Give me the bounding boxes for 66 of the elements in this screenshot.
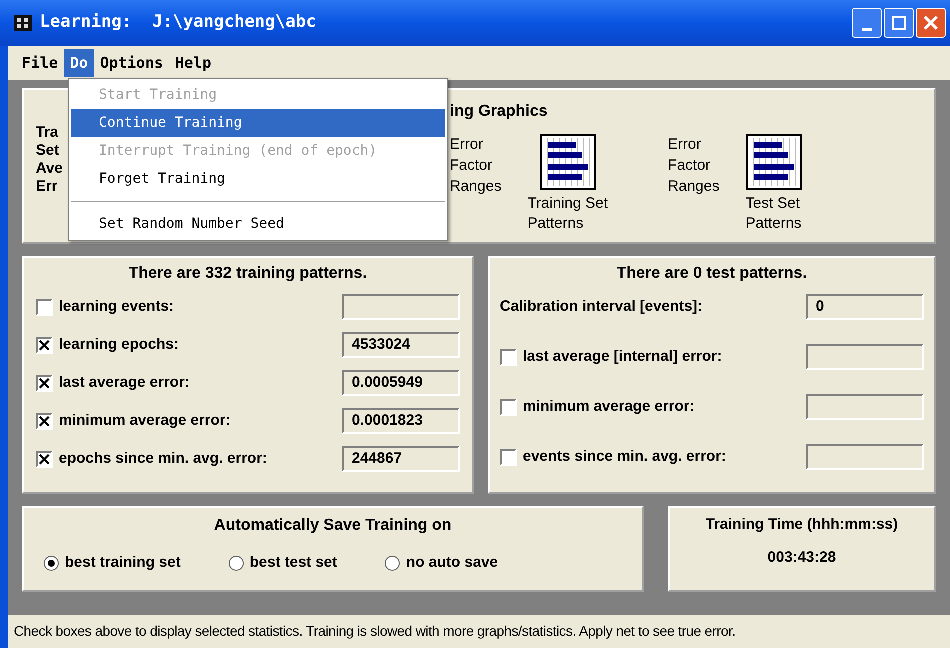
checkbox[interactable] — [36, 336, 53, 354]
close-button[interactable] — [916, 8, 946, 38]
graph-caption: Training Set — [528, 194, 608, 214]
menu-item[interactable]: Set Random Number Seed — [71, 210, 445, 238]
value-field: 0.0005949 — [342, 370, 460, 396]
value-field: 0 — [806, 294, 924, 320]
window-title: Learning: J:\yangcheng\abc — [40, 11, 316, 34]
bar-chart-icon[interactable] — [540, 134, 596, 190]
graph-label: Factor — [668, 156, 712, 176]
menu-item[interactable]: Continue Training — [71, 109, 445, 137]
panel-title: Automatically Save Training on — [214, 516, 452, 536]
graph-caption: Patterns — [528, 214, 585, 234]
app-icon — [14, 15, 32, 31]
value-field: 4533024 — [342, 332, 460, 358]
stat-label: Tra — [36, 124, 59, 142]
checkbox[interactable] — [500, 398, 517, 416]
panel-title: Training Time (hhh:mm:ss) — [706, 515, 898, 535]
radio-label: no auto save — [406, 553, 498, 573]
radio-label: best training set — [65, 553, 181, 573]
checkbox[interactable] — [36, 374, 53, 392]
graph-caption: Patterns — [746, 214, 802, 234]
stat-label: Calibration interval [events]: — [500, 296, 703, 317]
checkbox[interactable] — [36, 412, 53, 430]
menu-item[interactable]: Do — [64, 49, 94, 77]
stat-label: minimum average error: — [59, 410, 231, 431]
graph-label: Ranges — [450, 177, 502, 197]
graph-label: Ranges — [668, 177, 720, 197]
graphics-heading: ing Graphics — [450, 102, 549, 122]
stat-label: events since min. avg. error: — [523, 446, 726, 467]
value-field: 244867 — [342, 446, 460, 472]
graph-caption: Test Set — [746, 194, 801, 214]
stat-label: last average error: — [59, 372, 190, 393]
training-time: 003:43:28 — [768, 548, 836, 568]
stat-label: minimum average error: — [523, 396, 695, 417]
radio-label: best test set — [250, 553, 338, 573]
bar-chart-icon[interactable] — [746, 134, 802, 190]
checkbox[interactable] — [36, 450, 53, 468]
stat-label: Ave — [36, 160, 63, 178]
value-field: 0.0001823 — [342, 408, 460, 434]
graph-label: Factor — [450, 156, 494, 176]
status-bar: Check boxes above to display selected statistics. Training is slowed with more graphs/statistics. Apply net to see true error. — [8, 614, 950, 648]
panel-title: There are 0 test patterns. — [616, 264, 808, 284]
menu-item[interactable]: Options — [94, 49, 170, 77]
minimize-button[interactable] — [852, 8, 882, 38]
radio-button[interactable] — [44, 556, 59, 571]
menu-item[interactable]: Help — [169, 49, 218, 77]
graph-label: Error — [450, 135, 484, 155]
stat-label: learning epochs: — [59, 334, 180, 355]
radio-button[interactable] — [228, 556, 244, 571]
menu-item[interactable]: Forget Training — [71, 165, 445, 193]
stat-label: Err — [36, 178, 58, 196]
stat-label: last average [internal] error: — [523, 346, 722, 367]
close-icon — [923, 15, 939, 31]
checkbox[interactable] — [500, 348, 517, 366]
graph-label: Error — [668, 135, 702, 155]
minimize-icon — [862, 28, 872, 31]
stat-label: epochs since min. avg. error: — [59, 448, 268, 469]
menu-item[interactable]: File — [16, 49, 64, 77]
panel-title: There are 332 training patterns. — [128, 264, 368, 284]
maximize-button[interactable] — [884, 8, 914, 38]
stat-label: learning events: — [59, 296, 174, 317]
checkbox[interactable] — [36, 298, 53, 316]
checkbox[interactable] — [500, 448, 517, 466]
radio-button[interactable] — [385, 556, 400, 571]
stat-label: Set — [36, 142, 60, 160]
maximize-icon — [892, 16, 906, 30]
